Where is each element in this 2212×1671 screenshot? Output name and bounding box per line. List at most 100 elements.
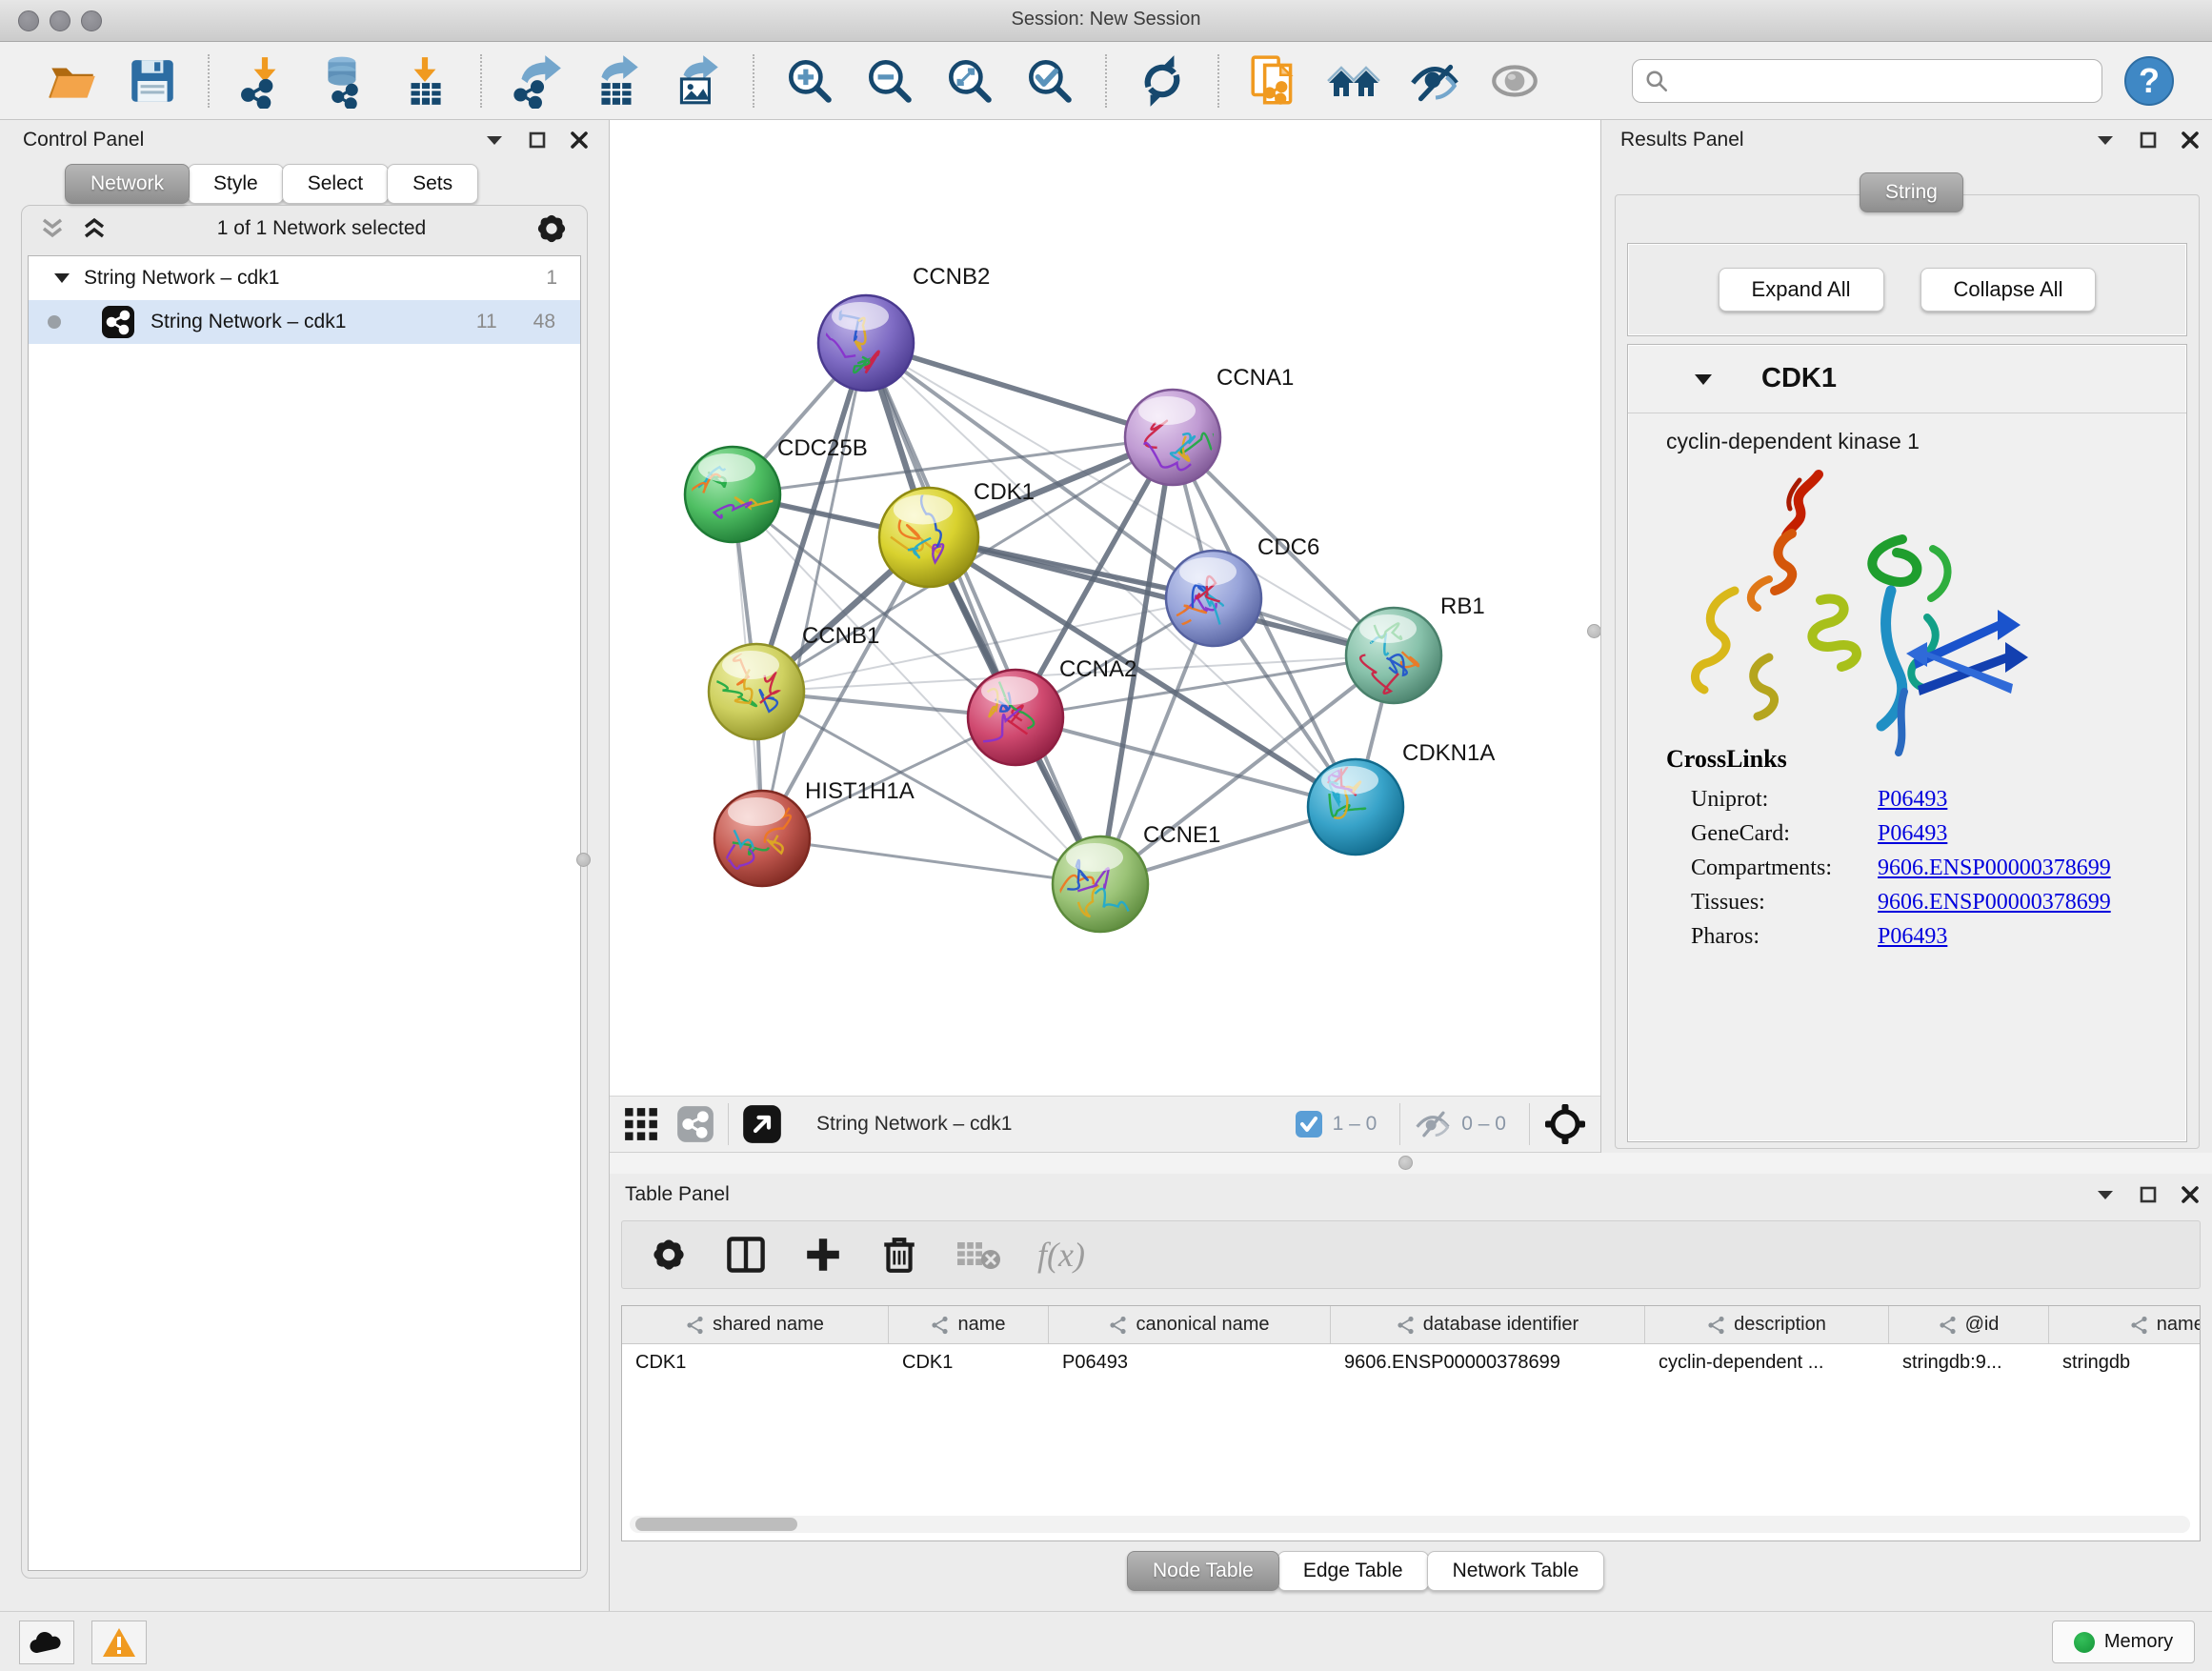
tab-sets[interactable]: Sets [387,164,478,204]
table-cell[interactable]: cyclin-dependent ... [1645,1344,1889,1384]
network-node-CCNA1[interactable] [1125,390,1220,485]
selected-checkbox-icon[interactable] [1295,1110,1323,1138]
export-image-icon[interactable] [668,51,727,111]
gear-icon[interactable] [533,211,570,247]
network-node-HIST1H1A[interactable] [714,791,810,886]
crosslink-link[interactable]: 9606.ENSP00000378699 [1878,890,2111,916]
table-cell[interactable]: CDK1 [622,1344,889,1384]
column-header-database-identifier[interactable]: database identifier [1331,1306,1645,1343]
panel-menu-icon[interactable] [485,133,504,147]
tab-network-table[interactable]: Network Table [1427,1551,1605,1591]
network-from-document-icon[interactable] [1245,51,1304,111]
import-network-file-icon[interactable] [235,51,294,111]
column-header-namespace[interactable]: namespace [2049,1306,2201,1343]
tab-edge-table[interactable]: Edge Table [1277,1551,1429,1591]
save-session-icon[interactable] [123,51,182,111]
table-cell[interactable]: P06493 [1049,1344,1331,1384]
horizontal-splitter[interactable] [610,1153,2212,1174]
panel-float-icon[interactable] [529,131,546,149]
network-node-CCNB1[interactable] [709,644,804,739]
table-cell[interactable]: stringdb:9... [1889,1344,2049,1384]
network-view-icon[interactable] [676,1105,714,1143]
network-node-CCNA2[interactable] [968,670,1063,765]
warning-button[interactable] [91,1621,147,1664]
tab-style[interactable]: Style [188,164,284,204]
vertical-splitter-handle[interactable] [1587,624,1601,638]
zoom-selected-icon[interactable] [1020,51,1079,111]
table-row[interactable]: CDK1CDK1P064939606.ENSP00000378699cyclin… [622,1344,2201,1384]
crosslink-link[interactable]: 9606.ENSP00000378699 [1878,856,2111,881]
network-node-CCNB2[interactable] [818,295,914,391]
crosslink-link[interactable]: P06493 [1878,821,1947,847]
crosslink-link[interactable]: P06493 [1878,787,1947,813]
zoom-in-icon[interactable] [780,51,839,111]
network-node-CCNE1[interactable] [1039,836,1148,932]
crosslink-link[interactable]: P06493 [1878,924,1947,950]
panel-float-icon[interactable] [2140,1186,2157,1203]
tree-expander-icon[interactable] [53,272,70,285]
refresh-layout-icon[interactable] [1133,51,1192,111]
panel-float-icon[interactable] [2140,131,2157,149]
network-edge-HIST1H1A-CCNE1[interactable] [762,838,1100,884]
import-table-file-icon[interactable] [395,51,454,111]
string-home-icon[interactable] [1325,51,1384,111]
table-cell[interactable]: 9606.ENSP00000378699 [1331,1344,1645,1384]
splitter-handle[interactable] [1398,1156,1413,1170]
export-table-icon[interactable] [588,51,647,111]
collapse-all-icon[interactable] [39,217,68,240]
table-h-scrollbar[interactable] [630,1516,2190,1533]
network-node-CDC25B[interactable] [673,447,781,542]
delete-column-icon[interactable] [879,1235,919,1275]
collapse-all-button[interactable]: Collapse All [1920,268,2097,312]
column-header-name[interactable]: name [889,1306,1049,1343]
panel-close-icon[interactable] [2182,131,2199,149]
network-node-RB1[interactable] [1346,608,1441,703]
panel-menu-icon[interactable] [2096,1188,2115,1201]
table-gear-icon[interactable] [649,1235,689,1275]
network-edge-CDK1-RB1[interactable] [929,537,1394,655]
network-tree-row[interactable]: String Network – cdk1 11 48 [29,300,580,344]
panel-close-icon[interactable] [571,131,588,149]
entry-expander-icon[interactable] [1693,372,1714,387]
column-header-shared-name[interactable]: shared name [622,1306,889,1343]
memory-button[interactable]: Memory [2052,1621,2195,1663]
network-tree-root-row[interactable]: String Network – cdk1 1 [29,256,580,300]
network-edge-CCNB2-HIST1H1A[interactable] [762,343,866,838]
tab-network[interactable]: Network [65,164,190,204]
hidden-eye-slash-icon[interactable] [1414,1109,1452,1139]
vertical-splitter-handle[interactable] [576,853,591,867]
open-session-icon[interactable] [43,51,102,111]
network-view-canvas[interactable]: CCNB2CCNA1CDC25BCDK1CDC6RB1CCNB1CCNA2CDK… [610,120,1600,1096]
column-header-description[interactable]: description [1645,1306,1889,1343]
table-cell[interactable]: stringdb [2049,1344,2201,1384]
cloud-button[interactable] [19,1621,74,1664]
open-in-new-window-icon[interactable] [742,1104,782,1144]
delete-table-icon[interactable] [955,1237,1001,1273]
network-node-CDC6[interactable] [1166,551,1261,646]
table-cell[interactable]: CDK1 [889,1344,1049,1384]
panel-menu-icon[interactable] [2096,133,2115,147]
export-network-icon[interactable] [508,51,567,111]
show-eye-icon[interactable] [1485,51,1544,111]
network-node-CDKN1A[interactable] [1308,759,1403,855]
select-columns-icon[interactable] [725,1234,767,1276]
tab-select[interactable]: Select [282,164,389,204]
expand-all-button[interactable]: Expand All [1719,268,1884,312]
search-input[interactable] [1679,70,2090,91]
search-field[interactable] [1632,59,2102,103]
function-builder-icon[interactable]: f(x) [1037,1235,1085,1275]
help-icon[interactable]: ? [2120,51,2179,111]
crosshair-icon[interactable] [1543,1102,1587,1146]
hide-selected-eye-slash-icon[interactable] [1405,51,1464,111]
zoom-out-icon[interactable] [860,51,919,111]
column-header-@id[interactable]: @id [1889,1306,2049,1343]
column-header-canonical-name[interactable]: canonical name [1049,1306,1331,1343]
scrollbar-thumb[interactable] [635,1518,797,1531]
zoom-fit-icon[interactable] [940,51,999,111]
tab-node-table[interactable]: Node Table [1127,1551,1279,1591]
expand-all-icon[interactable] [81,217,110,240]
import-network-database-icon[interactable] [315,51,374,111]
panel-close-icon[interactable] [2182,1186,2199,1203]
tab-string[interactable]: String [1860,172,1963,212]
node-entry-header[interactable]: CDK1 [1628,345,2186,413]
